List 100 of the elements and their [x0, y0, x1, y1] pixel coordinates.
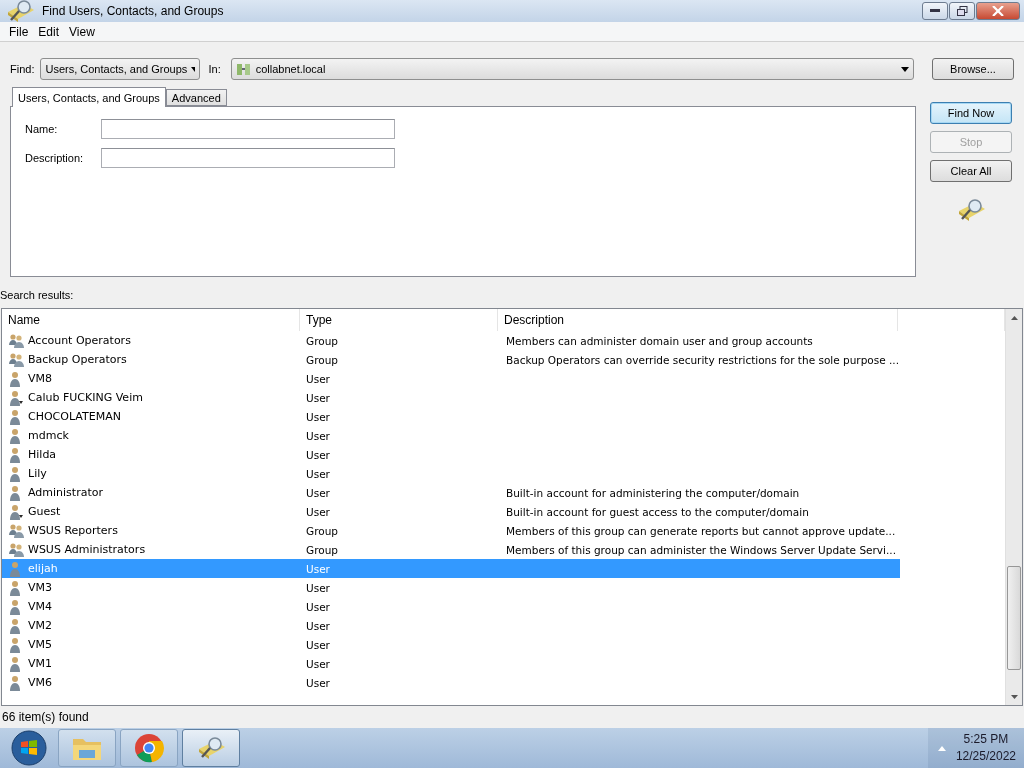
result-row[interactable]: VM4 User: [2, 597, 900, 616]
taskbar-button[interactable]: [120, 729, 178, 767]
type-cell-text: User: [305, 675, 331, 691]
menu-item[interactable]: Edit: [33, 24, 65, 39]
tray-arrow-icon[interactable]: [937, 745, 946, 751]
name-cell-text: VM5: [27, 637, 53, 652]
name-cell-text: CHOCOLATEMAN: [27, 409, 122, 424]
name-cell-text: Lily: [27, 466, 48, 481]
in-label: In:: [208, 63, 221, 75]
type-cell-text: User: [305, 599, 331, 615]
result-row[interactable]: Guest User Built-in account for guest access to the computer/domain: [2, 502, 900, 521]
type-cell-text: User: [305, 447, 331, 463]
description-cell-text: Built-in account for administering the computer/domain: [505, 485, 801, 501]
in-dropdown[interactable]: collabnet.local: [230, 58, 914, 80]
result-row[interactable]: VM1 User: [2, 654, 900, 673]
result-row[interactable]: Calub FUCKING Veim User: [2, 388, 900, 407]
name-cell-text: Account Operators: [27, 333, 132, 348]
result-row[interactable]: VM2 User: [2, 616, 900, 635]
tab[interactable]: Advanced: [165, 89, 227, 106]
user-group-icon: [8, 522, 24, 539]
dropdown-arrow-icon: [191, 66, 196, 72]
status-text: 66 item(s) found: [1, 709, 90, 726]
result-row[interactable]: mdmck User: [2, 426, 900, 445]
name-cell-text: VM8: [27, 371, 53, 386]
restore-button[interactable]: [949, 2, 975, 20]
type-cell-text: User: [305, 409, 331, 425]
disabled-user-icon: [8, 389, 24, 406]
menu-item[interactable]: File: [4, 24, 34, 39]
result-row[interactable]: WSUS Reporters Group Members of this group can generate reports but cannot approve update...: [2, 521, 900, 540]
close-icon: [992, 6, 1004, 16]
type-cell-text: Group: [305, 523, 339, 539]
result-row[interactable]: VM6 User: [2, 673, 900, 692]
description-cell-text: Members can administer domain user and group accounts: [505, 333, 814, 349]
domain-icon: [235, 62, 252, 76]
name-cell-text: VM3: [27, 580, 53, 595]
result-row[interactable]: WSUS Administrators Group Members of this group can administer the Windows Server Update Servi...: [2, 540, 900, 559]
type-cell-text: User: [305, 428, 331, 444]
name-cell-text: VM6: [27, 675, 53, 690]
name-cell-text: VM2: [27, 618, 53, 633]
action-button[interactable]: Clear All: [930, 160, 1012, 182]
name-cell-text: elijah: [27, 561, 59, 576]
type-cell-text: User: [305, 485, 331, 501]
browse-button[interactable]: Browse...: [932, 58, 1014, 80]
clock-date: 12/25/2022: [955, 748, 1016, 765]
field-label: Name:: [25, 123, 59, 135]
disabled-user-icon: [8, 503, 24, 520]
input-field[interactable]: [101, 148, 395, 168]
restore-icon: [956, 6, 968, 16]
name-cell-text: VM1: [27, 656, 53, 671]
type-cell-text: Group: [305, 333, 339, 349]
close-button[interactable]: [976, 2, 1020, 20]
scrollbar[interactable]: [1005, 309, 1022, 705]
type-cell-text: User: [305, 637, 331, 653]
start-button[interactable]: [10, 729, 48, 767]
result-row[interactable]: CHOCOLATEMAN User: [2, 407, 900, 426]
type-cell-text: User: [305, 371, 331, 387]
results-label: Search results:: [0, 288, 75, 303]
menu-item[interactable]: View: [64, 24, 100, 39]
type-cell-text: User: [305, 618, 331, 634]
find-dropdown[interactable]: Users, Contacts, and Groups: [40, 58, 201, 80]
result-row[interactable]: Hilda User: [2, 445, 900, 464]
browser-icon[interactable]: [134, 733, 164, 763]
result-row[interactable]: Lily User: [2, 464, 900, 483]
name-cell-text: Hilda: [27, 447, 58, 462]
result-row[interactable]: VM8 User: [2, 369, 900, 388]
result-row[interactable]: Account Operators Group Members can administer domain user and group accounts: [2, 331, 900, 350]
user-group-icon: [8, 541, 24, 558]
user-group-icon: [8, 332, 24, 349]
type-cell-text: User: [305, 561, 331, 577]
description-cell-text: Members of this group can administer the Windows Server Update Servi...: [505, 542, 897, 558]
result-row[interactable]: VM5 User: [2, 635, 900, 654]
description-cell-text: Members of this group can generate reports but cannot approve update...: [505, 523, 897, 539]
name-cell-text: Calub FUCKING Veim: [27, 390, 144, 405]
field-label: Description:: [25, 152, 85, 164]
taskbar-button[interactable]: [58, 729, 116, 767]
find-label: Find:: [10, 63, 35, 75]
type-cell-text: User: [305, 580, 331, 596]
description-cell-text: Built-in account for guest access to the computer/domain: [505, 504, 810, 520]
user-group-icon: [8, 351, 24, 368]
result-row[interactable]: VM3 User: [2, 578, 900, 597]
window-title: Find Users, Contacts, and Groups: [42, 4, 225, 18]
description-cell-text: Backup Operators can override security restrictions for the sole purpose ...: [505, 352, 900, 368]
result-row[interactable]: Backup Operators Group Backup Operators can override security restrictions for the sole purpose ...: [2, 350, 900, 369]
type-cell-text: User: [305, 466, 331, 482]
name-cell-text: Backup Operators: [27, 352, 128, 367]
name-cell-text: WSUS Administrators: [27, 542, 147, 557]
minimize-icon: [930, 9, 940, 13]
action-button[interactable]: Find Now: [930, 102, 1012, 124]
name-cell-text: Guest: [27, 504, 62, 519]
tab[interactable]: Users, Contacts, and Groups: [12, 87, 166, 107]
dropdown-arrow-icon: [901, 66, 909, 72]
taskbar-button[interactable]: [182, 729, 240, 767]
minimize-button[interactable]: [922, 2, 948, 20]
type-cell-text: Group: [305, 352, 339, 368]
scroll-down-icon[interactable]: [1010, 694, 1018, 699]
scroll-thumb[interactable]: [1007, 566, 1021, 670]
input-field[interactable]: [101, 119, 395, 139]
scroll-up-icon[interactable]: [1010, 315, 1018, 320]
clock-time: 5:25 PM: [963, 731, 1009, 748]
result-row[interactable]: Administrator User Built-in account for administering the computer/domain: [2, 483, 900, 502]
